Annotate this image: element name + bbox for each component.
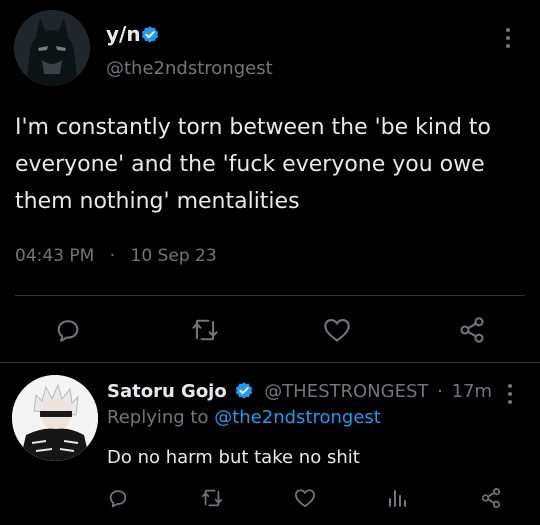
share-icon: [481, 487, 501, 509]
divider: [0, 362, 540, 363]
replying-to-prefix: Replying to: [107, 407, 209, 428]
share-button[interactable]: [458, 316, 486, 344]
more-options-icon[interactable]: [506, 28, 510, 52]
reply-reply-button[interactable]: [107, 487, 129, 509]
tweet-time: 04:43 PM: [15, 246, 95, 266]
tweet-date: 10 Sep 23: [130, 246, 217, 266]
reply-like-button[interactable]: [294, 488, 316, 508]
author-display-name[interactable]: y/n: [106, 22, 141, 46]
verified-badge-icon: [140, 25, 160, 49]
reply-avatar[interactable]: [12, 375, 98, 461]
replying-to-line: Replying to @the2ndstrongest: [107, 407, 381, 428]
replying-to-mention[interactable]: @the2ndstrongest: [214, 407, 381, 428]
divider: [15, 295, 525, 296]
like-icon: [295, 489, 315, 508]
gojo-avatar-image: [12, 375, 98, 461]
batman-avatar-image: [14, 10, 90, 86]
like-icon: [324, 319, 350, 342]
views-icon: [389, 490, 406, 507]
reply-display-name[interactable]: Satoru Gojo: [107, 381, 227, 402]
retweet-icon: [192, 319, 218, 341]
verified-badge-icon: [234, 381, 254, 403]
retweet-button[interactable]: [190, 316, 220, 344]
reply-views-button[interactable]: [387, 488, 407, 508]
reply-handle[interactable]: @THESTRONGEST: [264, 381, 428, 402]
retweet-icon: [201, 489, 223, 507]
reply-share-button[interactable]: [480, 487, 502, 509]
reply-icon: [109, 490, 127, 508]
author-handle[interactable]: @the2ndstrongest: [106, 58, 273, 79]
reply-separator: ·: [437, 381, 443, 402]
more-options-icon[interactable]: [508, 384, 512, 408]
timestamp-separator: ·: [109, 246, 116, 266]
author-avatar[interactable]: [14, 10, 90, 86]
reply-text: Do no harm but take no shit: [107, 447, 360, 468]
reply-button[interactable]: [54, 316, 82, 344]
reply-icon: [57, 320, 79, 342]
reply-header: Satoru Gojo @THESTRONGEST · 17m: [107, 381, 492, 403]
reply-retweet-button[interactable]: [200, 487, 224, 509]
reply-age[interactable]: 17m: [452, 381, 492, 402]
tweet-text: I'm constantly torn between the 'be kind…: [15, 115, 492, 214]
tweet-timestamp[interactable]: 04:43 PM · 10 Sep 23: [15, 246, 217, 266]
share-icon: [460, 317, 484, 343]
like-button[interactable]: [323, 317, 351, 343]
